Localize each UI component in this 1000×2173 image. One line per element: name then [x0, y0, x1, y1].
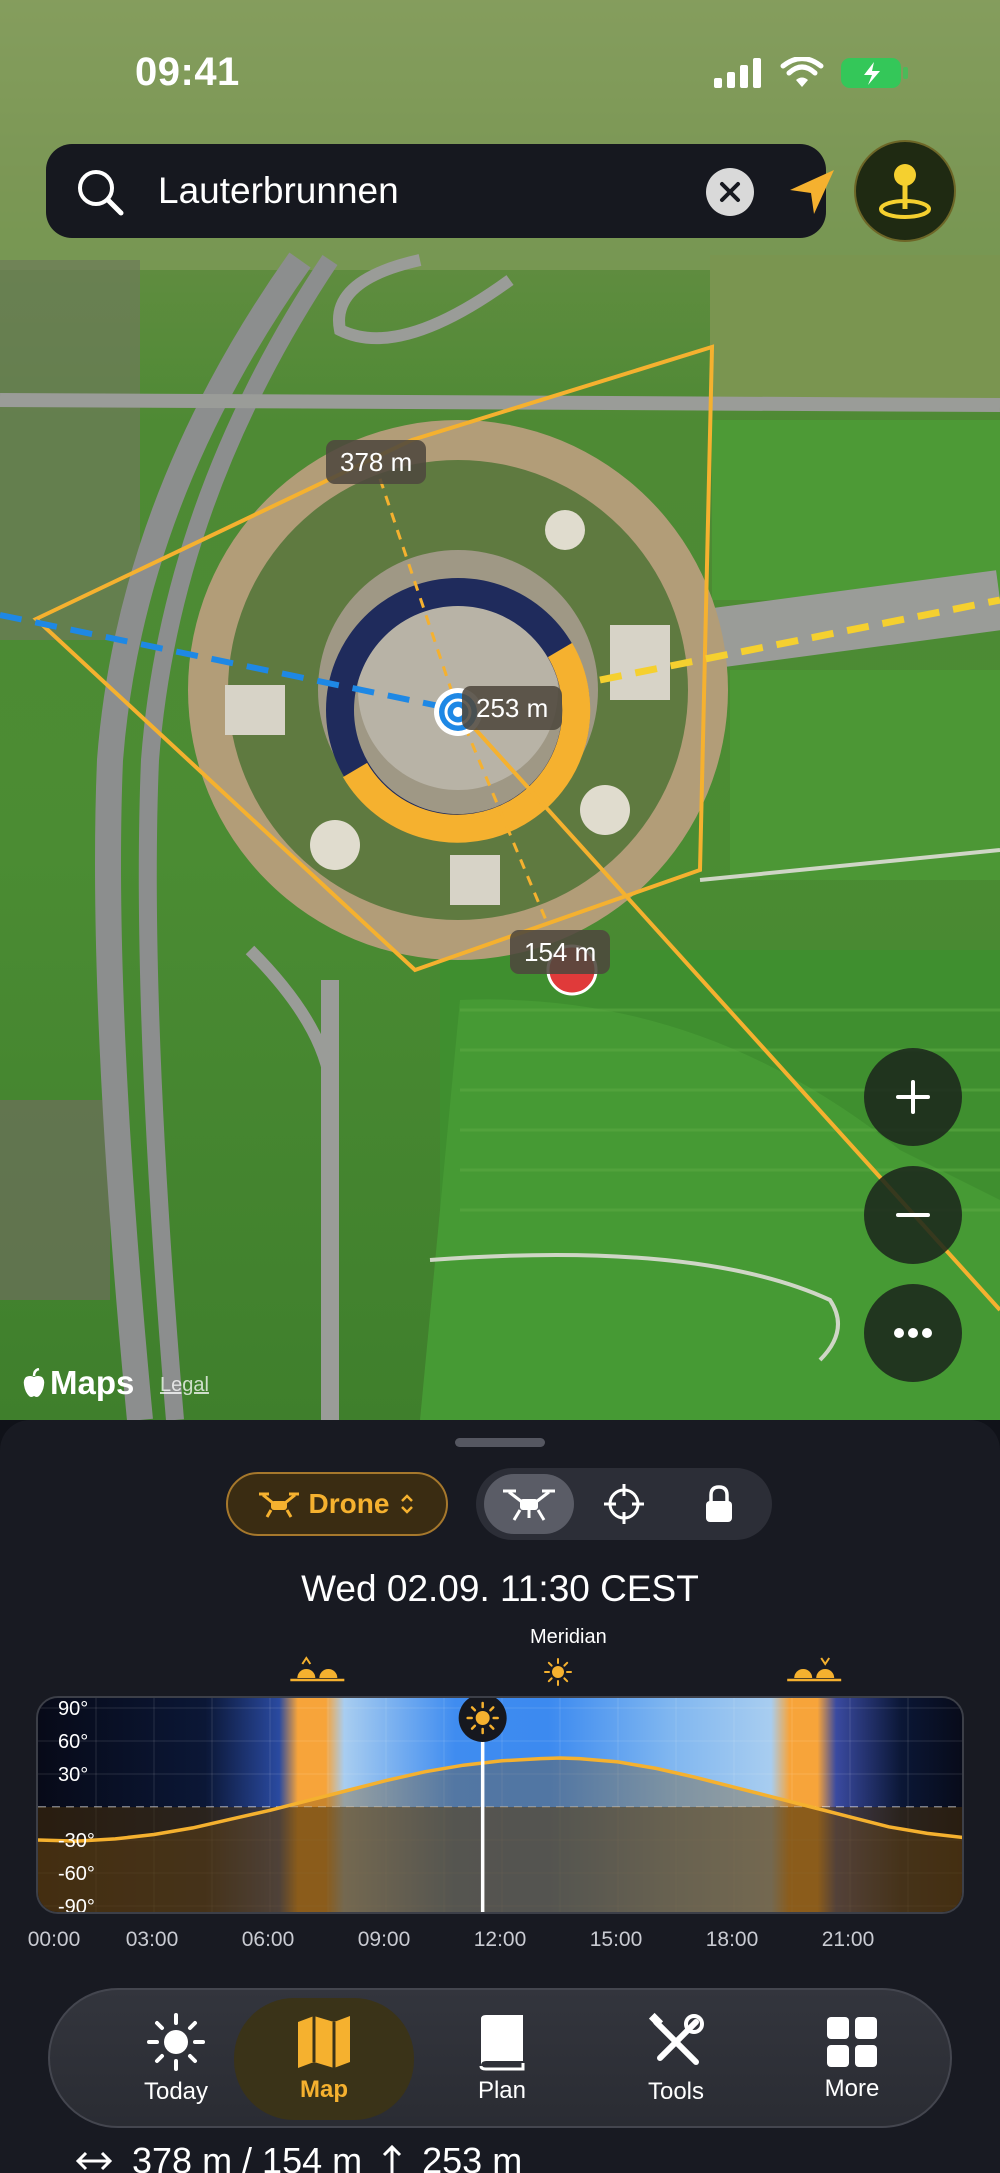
sheet-grabber[interactable] — [455, 1438, 545, 1447]
tab-map[interactable]: Map — [234, 1998, 414, 2120]
drone-icon — [258, 1492, 299, 1518]
maps-brand-label: Maps — [50, 1364, 135, 1401]
segment-drone[interactable] — [484, 1474, 574, 1534]
status-icons — [714, 56, 910, 90]
horizontal-arrows-icon — [75, 2151, 113, 2171]
tab-plan-label: Plan — [477, 2077, 527, 2104]
legal-link[interactable]: Legal — [160, 1374, 209, 1397]
apple-logo-icon — [23, 1368, 45, 1397]
x-tick-label: 12:00 — [473, 1928, 527, 1951]
vertical-arrow-icon — [383, 2144, 402, 2173]
close-icon — [720, 182, 740, 202]
sun-elevation-chart[interactable]: 90° 60° 30° -30° -60° -90° — [36, 1696, 964, 1914]
tab-tools-label: Tools — [647, 2078, 705, 2105]
x-tick-label: 06:00 — [241, 1928, 295, 1951]
search-input[interactable] — [158, 162, 678, 220]
tools-icon — [648, 2012, 704, 2065]
chevron-up-down-icon — [401, 1494, 414, 1514]
distance-summary: 378 m / 154 m 253 m — [74, 2140, 522, 2173]
map-pin-button[interactable] — [854, 140, 956, 242]
sun-elevation-chart-svg: 90° 60° 30° -30° -60° -90° — [38, 1698, 962, 1914]
x-tick-label: 09:00 — [357, 1928, 411, 1951]
tab-plan[interactable]: Plan — [412, 1998, 592, 2120]
tab-today-label: Today — [143, 2078, 209, 2105]
distance-label-north: 378 m — [326, 440, 427, 484]
y-tick-label: -90° — [58, 1896, 95, 1914]
zoom-out-button[interactable] — [864, 1166, 962, 1264]
y-tick-label: 30° — [58, 1764, 88, 1786]
y-tick-label: 60° — [58, 1731, 88, 1753]
tab-more[interactable]: More — [762, 1998, 942, 2120]
map-view[interactable]: 378 m 253 m 154 m 09:41 Lauterbrunnen Ma… — [0, 0, 1000, 1420]
distance-label-south: 154 m — [510, 930, 611, 974]
maps-attribution: Maps — [22, 1364, 134, 1402]
x-tick-label: 00:00 — [27, 1928, 81, 1951]
bottom-sheet: Drone Wed 02.09. 11:30 CEST Meridian 90°… — [0, 1420, 1000, 2173]
meridian-sun-icon — [544, 1658, 572, 1686]
vertical-distance: 253 m — [422, 2140, 523, 2173]
cellular-signal-icon — [714, 58, 761, 88]
map-pin-icon — [879, 164, 931, 219]
plus-icon — [896, 1080, 930, 1114]
drone-icon — [503, 1489, 555, 1521]
selected-datetime: Wed 02.09. 11:30 CEST — [301, 1568, 699, 1609]
book-icon — [479, 2015, 525, 2071]
clear-search-button[interactable] — [706, 168, 754, 216]
grid-icon — [827, 2017, 877, 2067]
sunrise-icon — [290, 1656, 345, 1682]
segment-crosshair[interactable] — [579, 1474, 669, 1534]
zoom-in-button[interactable] — [864, 1048, 962, 1146]
tab-tools[interactable]: Tools — [586, 1998, 766, 2120]
y-tick-label: 90° — [58, 1698, 88, 1720]
lock-icon — [706, 1485, 732, 1522]
sun-icon — [147, 2013, 205, 2071]
ellipsis-icon — [894, 1328, 932, 1338]
sun-event-markers — [290, 1656, 842, 1686]
x-tick-label: 21:00 — [821, 1928, 875, 1951]
view-mode-segmented-control — [476, 1468, 772, 1540]
horizontal-distance: 378 m / 154 m — [132, 2140, 363, 2173]
search-icon — [78, 170, 124, 216]
battery-charging-icon — [841, 58, 908, 88]
tab-bar: Today Map Plan Tools More — [48, 1988, 952, 2128]
y-tick-label: -30° — [58, 1830, 95, 1852]
x-tick-label: 18:00 — [705, 1928, 759, 1951]
minus-icon — [896, 1213, 930, 1217]
tab-more-label: More — [824, 2075, 880, 2102]
x-tick-label: 03:00 — [125, 1928, 179, 1951]
tab-map-label: Map — [300, 2076, 348, 2103]
segment-lock[interactable] — [674, 1474, 764, 1534]
x-tick-label: 15:00 — [589, 1928, 643, 1951]
mode-selector-label: Drone — [308, 1488, 390, 1519]
search-bar[interactable] — [46, 144, 834, 238]
sunset-icon — [787, 1657, 842, 1682]
map-icon — [298, 2016, 350, 2068]
meridian-label: Meridian — [530, 1626, 607, 1648]
more-options-button[interactable] — [864, 1284, 962, 1382]
wifi-icon — [780, 57, 824, 87]
time-axis: 00:00 03:00 06:00 09:00 12:00 15:00 18:00 21:00 — [0, 1928, 1000, 1958]
distance-label-center: 253 m — [462, 686, 563, 730]
status-time: 09:41 — [135, 50, 240, 94]
crosshair-icon — [604, 1484, 644, 1524]
status-bar: 09:41 — [0, 0, 1000, 140]
location-arrow-icon[interactable] — [784, 164, 840, 220]
mode-selector[interactable]: Drone — [226, 1472, 448, 1536]
y-tick-label: -60° — [58, 1863, 95, 1885]
